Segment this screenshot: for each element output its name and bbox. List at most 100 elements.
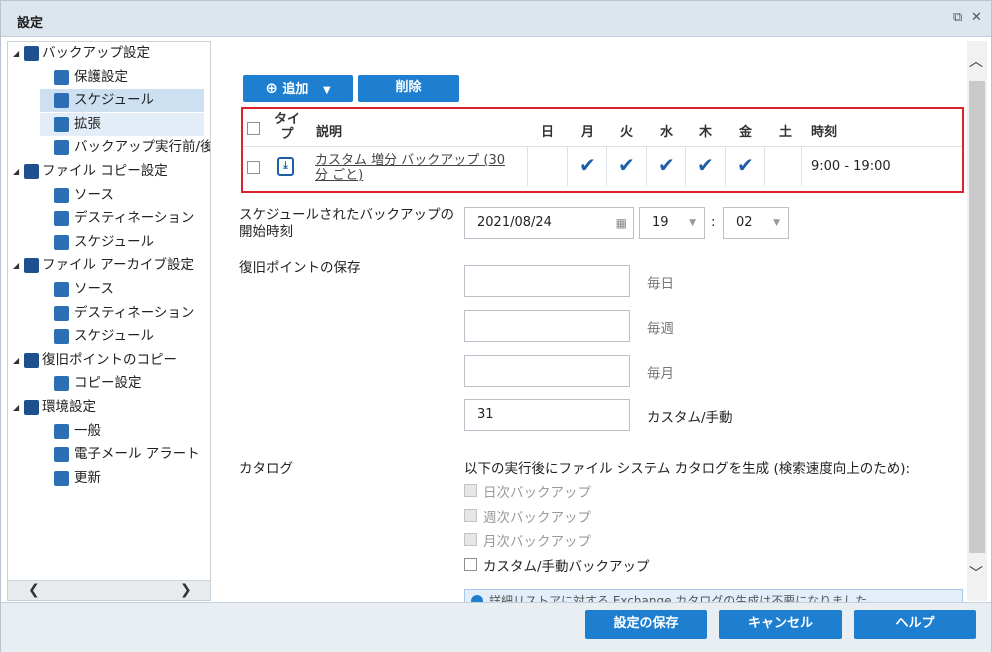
- start-hour-select[interactable]: 19 ▼: [639, 207, 705, 239]
- sidebar-item[interactable]: ◢ ファイル コピー設定: [13, 160, 204, 183]
- col-fri-header: 金: [739, 125, 753, 140]
- sidebar-item-label: 復旧ポイントのコピー: [42, 351, 177, 368]
- sidebar-item-label: ソース: [74, 186, 114, 203]
- expand-triangle-icon[interactable]: ◢: [13, 42, 19, 65]
- expand-triangle-icon[interactable]: ◢: [13, 254, 19, 277]
- sidebar-item[interactable]: スケジュール: [40, 325, 204, 348]
- sidebar-item-label: スケジュール: [74, 92, 155, 109]
- sidebar-item[interactable]: ◢ 環境設定: [13, 396, 204, 419]
- sidebar-item-label: ファイル コピー設定: [42, 163, 168, 179]
- sidebar-item-label: 電子メール アラート: [74, 446, 200, 463]
- footer-bar: 設定の保存 キャンセル ヘルプ: [1, 602, 991, 652]
- help-button[interactable]: ヘルプ: [854, 610, 976, 639]
- sidebar-item-label: スケジュール: [74, 328, 155, 345]
- expand-triangle-icon[interactable]: ◢: [13, 160, 19, 183]
- retention-label: 復旧ポイントの保存: [239, 260, 361, 276]
- dropdown-arrow-icon[interactable]: ▼: [323, 85, 331, 96]
- sidebar-item[interactable]: デスティネーション: [40, 207, 204, 230]
- sidebar-item[interactable]: 電子メール アラート: [40, 443, 204, 466]
- schedule-time: 9:00 - 19:00: [811, 159, 891, 174]
- file-archive-icon: [24, 258, 39, 274]
- sidebar-item[interactable]: スケジュール: [40, 89, 204, 113]
- email-icon: [54, 447, 69, 463]
- copy-settings-icon: [54, 376, 69, 392]
- col-separator: [567, 146, 568, 186]
- col-separator: [801, 146, 802, 186]
- sidebar-item[interactable]: 更新: [40, 467, 204, 490]
- scroll-right-icon[interactable]: ❯: [180, 582, 192, 598]
- sidebar-item[interactable]: 拡張: [40, 112, 204, 136]
- cancel-button[interactable]: キャンセル: [719, 610, 842, 639]
- col-thu-header: 木: [699, 125, 713, 140]
- sidebar-item[interactable]: デスティネーション: [40, 302, 204, 325]
- mon-check-icon: ✔: [579, 153, 596, 177]
- source-icon: [54, 282, 69, 297]
- select-all-checkbox[interactable]: [247, 122, 260, 135]
- col-time-header: 時刻: [811, 125, 838, 140]
- sidebar-item[interactable]: ソース: [40, 184, 204, 207]
- sidebar-item[interactable]: ◢ バックアップ設定: [13, 42, 204, 65]
- calendar-icon[interactable]: ▦: [616, 208, 627, 238]
- start-minute-select[interactable]: 02 ▼: [723, 207, 789, 239]
- sidebar-item-label: 環境設定: [42, 399, 96, 415]
- row-checkbox[interactable]: [247, 161, 260, 174]
- weekly-retention-field[interactable]: [464, 310, 630, 342]
- sidebar-item-label: デスティネーション: [74, 304, 195, 321]
- backup-type-icon: ⤓: [277, 157, 294, 176]
- horizontal-scrollbar[interactable]: ❮ ❯: [8, 580, 210, 600]
- col-tue-header: 火: [620, 125, 634, 140]
- checkbox-box: [464, 558, 477, 571]
- sidebar-item[interactable]: バックアップ実行前/後の: [40, 136, 210, 159]
- window-title: 設定: [17, 16, 44, 31]
- expand-triangle-icon[interactable]: ◢: [13, 349, 19, 372]
- col-sun-header: 日: [541, 125, 555, 140]
- monthly-retention-field[interactable]: [464, 355, 630, 387]
- recovery-copy-icon: [24, 352, 39, 368]
- schedule-description-link[interactable]: カスタム 増分 バックアップ (30 分 ごと): [315, 153, 521, 183]
- sidebar-item[interactable]: ソース: [40, 278, 204, 301]
- catalog-label: カタログ: [239, 461, 293, 477]
- sidebar-item[interactable]: ◢ ファイル アーカイブ設定: [13, 254, 204, 277]
- sidebar-item-label: 更新: [74, 469, 101, 486]
- daily-label: 毎日: [647, 276, 674, 292]
- sidebar-item[interactable]: コピー設定: [40, 372, 204, 395]
- scroll-left-icon[interactable]: ❮: [28, 582, 40, 598]
- checkbox-box: [464, 533, 477, 546]
- start-date-field[interactable]: 2021/08/24 ▦: [464, 207, 634, 239]
- sidebar-item[interactable]: ◢ 復旧ポイントのコピー: [13, 349, 204, 372]
- scroll-down-icon[interactable]: ﹀: [969, 563, 983, 583]
- save-settings-button[interactable]: 設定の保存: [585, 610, 707, 639]
- sidebar-item-label: コピー設定: [74, 375, 142, 392]
- update-icon: [54, 470, 69, 486]
- custom-retention-field[interactable]: 31: [464, 399, 630, 431]
- sidebar-item[interactable]: 一般: [40, 420, 204, 443]
- daily-retention-field[interactable]: [464, 265, 630, 297]
- expand-triangle-icon[interactable]: ◢: [13, 396, 19, 419]
- monthly-label: 毎月: [647, 366, 674, 382]
- advanced-icon: [54, 116, 69, 132]
- checkbox-box: [464, 509, 477, 522]
- chevron-down-icon: ▼: [773, 218, 780, 228]
- destination-icon: [54, 305, 69, 321]
- catalog-description: 以下の実行後にファイル システム カタログを生成 (検索速度向上のため):: [464, 461, 911, 477]
- wed-check-icon: ✔: [658, 153, 675, 177]
- col-separator: [764, 146, 765, 186]
- restore-icon[interactable]: ⧉: [953, 10, 962, 25]
- add-button[interactable]: ⊕ 追加 ▼: [243, 75, 353, 102]
- scroll-thumb[interactable]: [969, 81, 985, 553]
- info-banner: 詳細リストアに対する Exchange カタログの生成は不要になりました: [464, 589, 963, 603]
- vertical-scrollbar[interactable]: ︿ ﹀: [967, 41, 987, 601]
- col-mon-header: 月: [581, 125, 595, 140]
- close-icon[interactable]: ✕: [971, 10, 982, 25]
- sidebar-item[interactable]: スケジュール: [40, 231, 204, 254]
- preferences-icon: [24, 400, 39, 415]
- scroll-up-icon[interactable]: ︿: [969, 51, 983, 71]
- add-circle-icon: ⊕: [265, 79, 278, 97]
- backup-settings-icon: [24, 46, 39, 61]
- delete-button[interactable]: 削除: [358, 75, 459, 102]
- schedule-icon: [54, 234, 69, 250]
- chevron-down-icon: ▼: [689, 218, 696, 228]
- col-separator: [646, 146, 647, 186]
- col-sat-header: 土: [779, 125, 793, 140]
- sidebar-item[interactable]: 保護設定: [40, 66, 204, 89]
